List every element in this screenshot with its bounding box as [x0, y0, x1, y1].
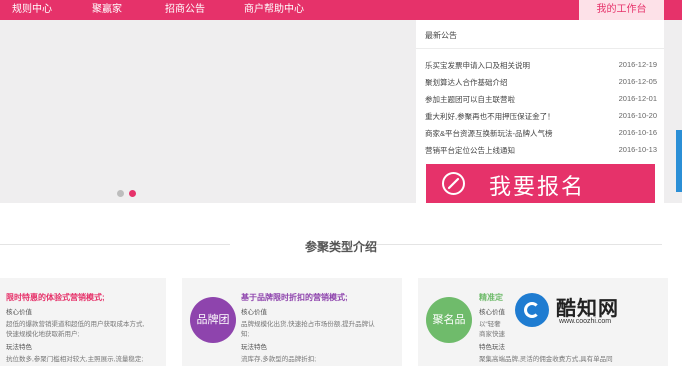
card-title: 精准定 [479, 293, 503, 302]
card-title: 基于品牌限时折扣的营销模式; [241, 293, 348, 302]
notice-item[interactable]: 参加主题团可以自主联营啦 2016-12-01 [425, 91, 657, 108]
type-card-brand-group[interactable]: 品牌团 基于品牌限时折扣的营销模式; 核心价值 品牌规模化出货,快速抢占市场份额… [182, 278, 402, 366]
nav-item-help-center[interactable]: 商户帮助中心 [244, 0, 304, 20]
brand-group-badge: 品牌团 [190, 297, 236, 343]
signup-button[interactable]: 我要报名 [426, 164, 655, 203]
watermark-url: www.coozhi.com [559, 318, 612, 325]
top-nav-bar: 规则中心 聚赢家 招商公告 商户帮助中心 我的工作台 [0, 0, 682, 20]
nav-item-rules[interactable]: 规则中心 [12, 0, 52, 20]
card-title: 限时特惠的体验式营销模式; [6, 293, 105, 302]
notice-item-date: 2016-12-05 [618, 77, 657, 86]
notice-item[interactable]: 乐买宝发票申请入口及相关说明 2016-12-19 [425, 57, 657, 74]
notice-item-title[interactable]: 重大利好,参聚再也不用押压保证金了！ [425, 111, 555, 122]
notice-item-date: 2016-10-13 [618, 145, 657, 154]
card-play-label: 特色玩法 [479, 344, 505, 351]
card-core-text-2: 商家快速 [479, 331, 505, 338]
card-core-text: 以“轻奢 [479, 321, 501, 328]
card-core-text: 品牌规模化出货,快速抢占市场份额,提升品牌认 [241, 321, 375, 328]
carousel-dot-2-active[interactable] [129, 190, 136, 197]
card-play-text: 聚集高端品牌,灵活的佣金收费方式,具有单品同 [479, 356, 613, 363]
notice-panel-title: 最新公告 [425, 31, 457, 40]
notice-item-title[interactable]: 乐买宝发票申请入口及相关说明 [425, 60, 530, 71]
my-workbench-tab[interactable]: 我的工作台 [579, 0, 664, 20]
nav-item-merchant-notice[interactable]: 招商公告 [165, 0, 205, 20]
notice-item-title[interactable]: 商家&平台资源互换新玩法-品牌人气榜 [425, 128, 553, 139]
card-play-label: 玩法特色 [241, 344, 267, 351]
notice-item[interactable]: 营销平台定位公告上线通知 2016-10-13 [425, 142, 657, 159]
card-core-label: 核心价值 [6, 309, 32, 316]
notice-item[interactable]: 重大利好,参聚再也不用押压保证金了！ 2016-10-20 [425, 108, 657, 125]
card-core-label: 核心价值 [479, 309, 505, 316]
card-play-text: 抗位数多,参聚门槛相对较大,主照展示,流量稳定; [6, 356, 144, 363]
notice-item-date: 2016-12-01 [618, 94, 657, 103]
notice-item-date: 2016-10-16 [618, 128, 657, 137]
card-core-text-2: 快速规模化地获取新用户; [6, 331, 80, 338]
carousel-dot-1[interactable] [117, 190, 124, 197]
nav-item-juyingjia[interactable]: 聚赢家 [92, 0, 122, 20]
notice-item-title[interactable]: 聚划算达人合作基础介绍 [425, 77, 508, 88]
notice-item[interactable]: 聚划算达人合作基础介绍 2016-12-05 [425, 74, 657, 91]
divider [416, 48, 664, 49]
card-core-text-2: 知; [241, 331, 250, 338]
famous-brand-badge: 聚名品 [426, 297, 472, 343]
notice-item-title[interactable]: 营销平台定位公告上线通知 [425, 145, 515, 156]
card-core-label: 核心价值 [241, 309, 267, 316]
section-title: 参聚类型介绍 [304, 240, 377, 254]
notice-item-date: 2016-10-20 [618, 111, 657, 120]
coozhi-logo-icon [515, 293, 549, 327]
notice-item-title[interactable]: 参加主题团可以自主联营啦 [425, 94, 515, 105]
card-play-label: 玩法特色 [6, 344, 32, 351]
notice-item[interactable]: 商家&平台资源互换新玩法-品牌人气榜 2016-10-16 [425, 125, 657, 142]
card-core-text: 超低的爆款营销渠道和超低的用户获取成本方式, [6, 321, 145, 328]
card-play-text: 流库存,多款型的品牌折扣; [241, 356, 317, 363]
compass-icon [442, 172, 465, 195]
type-card-limited-offer[interactable]: 限时特惠的体验式营销模式; 核心价值 超低的爆款营销渠道和超低的用户获取成本方式… [0, 278, 166, 366]
side-float-tab[interactable] [676, 130, 682, 192]
watermark-name: 酷知网 [556, 298, 619, 320]
notice-item-date: 2016-12-19 [618, 60, 657, 69]
signup-label: 我要报名 [489, 174, 586, 199]
